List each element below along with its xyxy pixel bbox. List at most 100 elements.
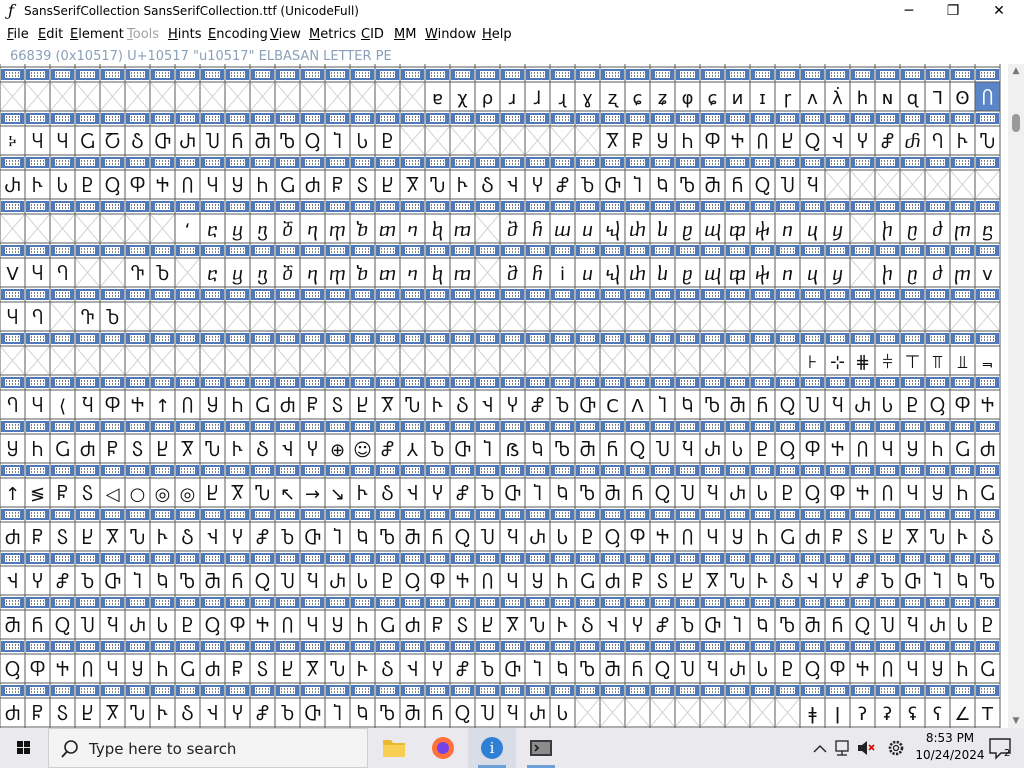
- fontforge-taskbar-button[interactable]: [517, 728, 565, 768]
- encoding-label-box: [630, 643, 645, 650]
- encoding-label-box: [155, 115, 170, 122]
- glyph-char: Ⴞ: [157, 440, 168, 461]
- encoding-label-box: [555, 247, 570, 254]
- menu-element[interactable]: Element: [70, 27, 124, 42]
- maximize-button[interactable]: ❐: [930, 0, 976, 24]
- glyph-char: Ⴋ: [805, 616, 821, 637]
- encoding-label-box: [855, 335, 870, 342]
- start-button[interactable]: [0, 728, 48, 768]
- scrollbar-thumb[interactable]: [1012, 114, 1020, 132]
- glyph-grid[interactable]: ɐ χ ρ ɹ ɺ ɻ ɣ ʐ ɕ ʑ φ ɕ и ɪ ɼ ʌ λ̇ h ɴ ɋ ᒣ ʘ Ⴖⰽ Ⴗ Ⴗ Ⴚ Ⴀ Ⴢ Ⴇ Ⴐ Ⴎ Ⴌ Ⴋ Ⴊ Ⴓ Ⴈ Ⴑ Ⴒ…: [0, 64, 1008, 728]
- encoding-label-box: [55, 291, 70, 298]
- glyph-char: Ⴡ: [157, 704, 168, 725]
- firefox-taskbar-button[interactable]: [419, 728, 467, 768]
- glyph-char: Ⴠ: [930, 528, 945, 549]
- encoding-label-box: [580, 335, 595, 342]
- encoding-label-box: [430, 555, 445, 562]
- encoding-label-box: [330, 115, 345, 122]
- encoding-label-box: [280, 467, 295, 474]
- encoding-label-box: [705, 379, 720, 386]
- glyph-char: ẞ: [506, 440, 520, 461]
- glyph-char: φ: [682, 88, 694, 109]
- taskbar-search-box[interactable]: Type here to search: [48, 728, 368, 768]
- glyph-char: Ⴣ: [282, 440, 293, 461]
- info-app-taskbar-button[interactable]: i: [468, 728, 516, 768]
- glyph-char: Ⴖ: [757, 132, 768, 153]
- glyph-char: Ⴤ: [232, 704, 243, 725]
- encoding-label-box: [405, 555, 420, 562]
- vertical-scrollbar[interactable]: ▲ ▼: [1008, 64, 1024, 728]
- glyph-char: ⴙ: [882, 220, 893, 241]
- glyph-char: Ⴋ: [205, 572, 221, 593]
- encoding-label-box: [880, 555, 895, 562]
- encoding-label-box: [980, 247, 995, 254]
- encoding-label-box: [430, 467, 445, 474]
- encoding-label-box: [630, 423, 645, 430]
- clock-date[interactable]: 10/24/2024: [914, 748, 986, 762]
- menu-mm[interactable]: MM: [394, 27, 416, 42]
- menu-view[interactable]: View: [270, 27, 301, 42]
- settings-gear-icon[interactable]: [888, 740, 904, 756]
- scroll-down-arrow-icon[interactable]: ▼: [1008, 714, 1024, 728]
- encoding-label-box: [380, 379, 395, 386]
- network-icon[interactable]: [835, 740, 849, 756]
- glyph-char: Ⴠ: [130, 528, 145, 549]
- close-button[interactable]: ✕: [976, 0, 1022, 24]
- encoding-label-box: [755, 423, 770, 430]
- show-hidden-icons-chevron-icon[interactable]: [813, 745, 827, 753]
- menu-edit[interactable]: Edit: [38, 27, 63, 42]
- encoding-label-box: [5, 643, 20, 650]
- clock-time[interactable]: 8:53 PM: [914, 731, 986, 745]
- encoding-label-box: [405, 687, 420, 694]
- glyph-char: Ⴊ: [280, 132, 295, 153]
- encoding-label-box: [430, 423, 445, 430]
- encoding-label-box: [755, 555, 770, 562]
- encoding-label-box: [555, 291, 570, 298]
- menu-cid[interactable]: CID: [361, 27, 384, 42]
- glyph-char: ⴓ: [704, 264, 721, 285]
- glyph-char: Ⴜ: [32, 528, 43, 549]
- encoding-label-box: [555, 379, 570, 386]
- encoding-label-box: [30, 247, 45, 254]
- encoding-label-box: [555, 687, 570, 694]
- encoding-label-box: [280, 159, 295, 166]
- glyph-char: χ: [457, 88, 467, 109]
- encoding-label-box: [480, 599, 495, 606]
- encoding-label-box: [305, 379, 320, 386]
- encoding-label-box: [105, 71, 120, 78]
- menu-file[interactable]: File: [7, 27, 29, 42]
- glyph-char: Ⴡ: [32, 176, 43, 197]
- encoding-label-box: [955, 115, 970, 122]
- scroll-up-arrow-icon[interactable]: ▲: [1008, 64, 1024, 78]
- menu-accelerator: H: [168, 27, 178, 42]
- encoding-label-box: [255, 423, 270, 430]
- glyph-char: ⊹: [830, 352, 845, 373]
- file-explorer-taskbar-button[interactable]: [370, 728, 418, 768]
- menu-window[interactable]: Window: [425, 27, 476, 42]
- glyph-char: Ⴅ: [81, 308, 95, 329]
- menu-accelerator: M: [309, 27, 321, 42]
- glyph-char: ⴃ: [282, 220, 293, 241]
- menu-metrics[interactable]: Metrics: [309, 27, 356, 42]
- glyph-char: Ⴌ: [732, 176, 743, 197]
- encoding-label-box: [780, 115, 795, 122]
- glyph-char: Ⴥ: [381, 440, 394, 461]
- encoding-label-box: [655, 159, 670, 166]
- glyph-char: Ⴆ: [106, 308, 120, 329]
- encoding-label-box: [705, 247, 720, 254]
- encoding-label-box: [580, 115, 595, 122]
- encoding-label-box: [155, 379, 170, 386]
- encoding-label-box: [480, 247, 495, 254]
- glyph-grid-canvas[interactable]: ɐ χ ρ ɹ ɺ ɻ ɣ ʐ ɕ ʑ φ ɕ и ɪ ɼ ʌ λ̇ h ɴ ɋ ᒣ ʘ Ⴖⰽ Ⴗ Ⴗ Ⴚ Ⴀ Ⴢ Ⴇ Ⴐ Ⴎ Ⴌ Ⴋ Ⴊ Ⴓ Ⴈ Ⴑ Ⴒ…: [0, 64, 1008, 728]
- encoding-label-box: [655, 599, 670, 606]
- menu-help[interactable]: Help: [482, 27, 512, 42]
- menu-encoding[interactable]: Encoding: [208, 27, 268, 42]
- menu-hints[interactable]: Hints: [168, 27, 202, 42]
- volume-muted-icon[interactable]: [858, 741, 875, 755]
- minimize-button[interactable]: ─: [886, 0, 932, 24]
- encoding-label-box: [55, 247, 70, 254]
- encoding-label-box: [355, 599, 370, 606]
- encoding-label-box: [530, 247, 545, 254]
- glyph-char: Ⴚ: [80, 132, 95, 153]
- encoding-label-box: [405, 467, 420, 474]
